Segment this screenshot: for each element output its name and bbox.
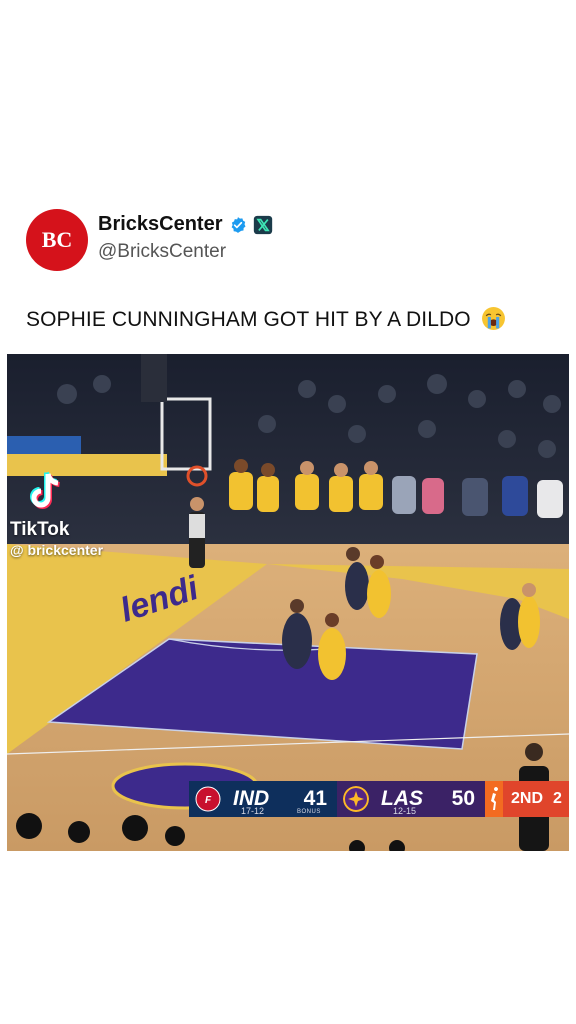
away-record: 12-15: [393, 806, 417, 816]
home-score: 41: [303, 787, 327, 810]
loudly-crying-face-emoji-icon: [481, 307, 505, 330]
caption-text: SOPHIE CUNNINGHAM GOT HIT BY A DILDO: [26, 308, 471, 331]
home-team-panel: F IND 41 17-12 BONUS: [189, 781, 337, 817]
post-caption: SOPHIE CUNNINGHAM GOT HIT BY A DILDO: [26, 306, 506, 332]
tiktok-username: @ brickcenter: [10, 542, 104, 558]
home-record: 17-12: [241, 806, 265, 816]
basketball-game-frame: lendi: [7, 354, 569, 851]
wnba-logo-icon: [485, 781, 503, 817]
video-player[interactable]: lendi TikTok @ brickcenter F IND 41 17-1…: [7, 354, 569, 851]
scorebug: F IND 41 17-12 BONUS LAS 50 12-15 2ND 2: [189, 781, 569, 817]
post-header: BC BricksCenter @BricksCenter: [26, 207, 556, 271]
verified-badge-icon: [231, 216, 246, 233]
svg-text:F: F: [205, 795, 212, 806]
handle[interactable]: @BricksCenter: [98, 241, 226, 263]
tiktok-logo-icon: [30, 471, 60, 509]
home-bonus: BONUS: [297, 809, 321, 815]
sparks-logo-icon: [343, 786, 369, 812]
avatar[interactable]: BC: [26, 209, 88, 271]
display-name[interactable]: BricksCenter: [98, 213, 223, 236]
brickscenter-logo: BC: [42, 227, 73, 252]
period-extra: 2: [553, 790, 562, 807]
away-team-panel: LAS 50 12-15: [337, 781, 485, 817]
tiktok-watermark: TikTok @ brickcenter: [10, 470, 103, 558]
svg-text:BC: BC: [42, 227, 73, 252]
x-logo-icon: [253, 215, 272, 234]
name-row: BricksCenter: [98, 213, 273, 236]
game-period: 2ND 2: [503, 781, 569, 817]
fever-logo-icon: F: [195, 786, 221, 812]
away-score: 50: [451, 787, 475, 810]
period-label: 2ND: [511, 790, 544, 807]
tiktok-brand: TikTok: [10, 519, 70, 540]
